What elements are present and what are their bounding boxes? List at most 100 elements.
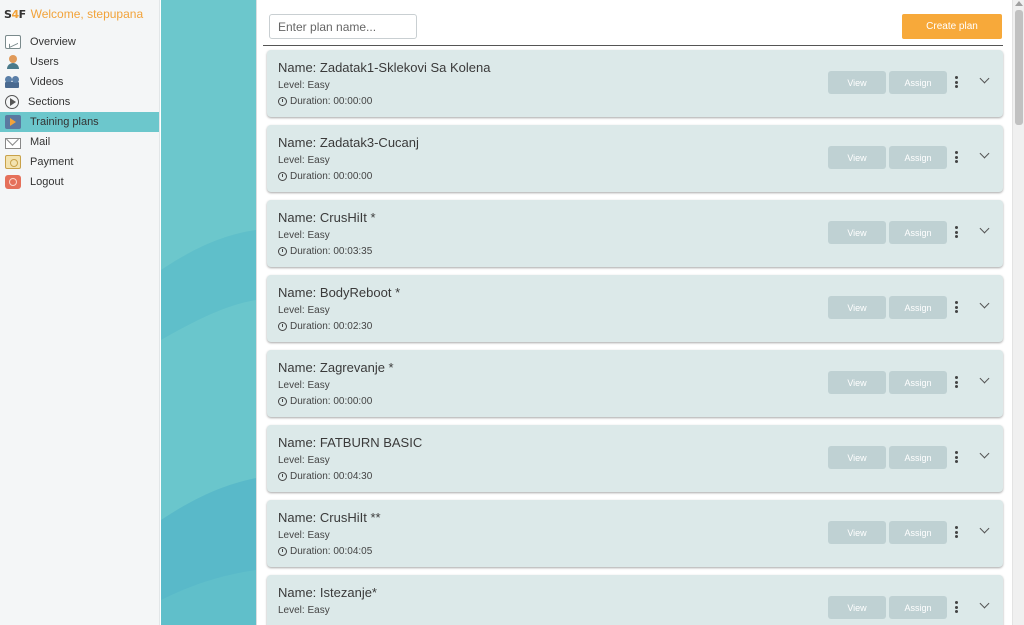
chevron-down-icon[interactable]	[979, 75, 989, 85]
plan-card: Name: Zadatak3-Cucanj Level: Easy Durati…	[267, 125, 1003, 192]
more-options-icon[interactable]	[953, 151, 959, 165]
sidebar-item-training-plans[interactable]: Training plans	[0, 112, 159, 132]
training-plans-icon	[5, 115, 21, 129]
logout-icon	[5, 175, 21, 189]
timer-icon	[278, 472, 287, 481]
view-plan-button[interactable]: View	[828, 446, 886, 469]
plan-card: Name: CrusHiIt * Level: Easy Duration: 0…	[267, 200, 1003, 267]
plan-duration-value: Duration: 00:04:30	[290, 471, 373, 482]
chevron-down-icon[interactable]	[979, 225, 989, 235]
assign-plan-button[interactable]: Assign	[889, 146, 947, 169]
sidebar-item-users[interactable]: Users	[0, 52, 159, 72]
plan-duration: Duration: 00:00:00	[278, 96, 372, 107]
sidebar-item-logout[interactable]: Logout	[0, 172, 159, 192]
plan-level: Level: Easy	[278, 455, 330, 466]
chevron-down-icon[interactable]	[979, 600, 989, 610]
assign-plan-button[interactable]: Assign	[889, 371, 947, 394]
plan-card: Name: Istezanje* Level: Easy View Assign	[267, 575, 1003, 625]
plan-duration-value: Duration: 00:02:30	[290, 321, 373, 332]
sidebar-item-videos[interactable]: Videos	[0, 72, 159, 92]
training-plan-list: Name: Zadatak1-Sklekovi Sa Kolena Level:…	[257, 46, 1012, 625]
plan-duration: Duration: 00:00:00	[278, 396, 372, 407]
more-options-icon[interactable]	[953, 601, 959, 615]
plan-duration-value: Duration: 00:00:00	[290, 171, 373, 182]
sidebar-item-overview[interactable]: Overview	[0, 32, 159, 52]
overview-icon	[5, 35, 21, 49]
plan-duration-value: Duration: 00:00:00	[290, 396, 373, 407]
sections-icon	[5, 95, 19, 109]
scrollbar-thumb[interactable]	[1015, 10, 1023, 125]
view-plan-button[interactable]: View	[828, 596, 886, 619]
plan-name: Name: Zadatak1-Sklekovi Sa Kolena	[278, 60, 491, 75]
view-plan-button[interactable]: View	[828, 296, 886, 319]
plan-duration-value: Duration: 00:04:05	[290, 546, 373, 557]
more-options-icon[interactable]	[953, 226, 959, 240]
view-plan-button[interactable]: View	[828, 146, 886, 169]
plan-name: Name: BodyReboot *	[278, 285, 401, 300]
assign-plan-button[interactable]: Assign	[889, 521, 947, 544]
plan-name: Name: Zadatak3-Cucanj	[278, 135, 419, 150]
sidebar-item-sections[interactable]: Sections	[0, 92, 159, 112]
plan-name: Name: Zagrevanje *	[278, 360, 394, 375]
plan-duration: Duration: 00:03:35	[278, 246, 372, 257]
plan-level: Level: Easy	[278, 530, 330, 541]
timer-icon	[278, 97, 287, 106]
more-options-icon[interactable]	[953, 451, 959, 465]
brand-header: S4F Welcome, stepupana	[0, 0, 159, 28]
sidebar-item-label: Mail	[30, 136, 51, 148]
view-plan-button[interactable]: View	[828, 71, 886, 94]
more-options-icon[interactable]	[953, 76, 959, 90]
videos-icon	[5, 75, 21, 89]
plan-duration-value: Duration: 00:00:00	[290, 96, 373, 107]
sidebar-item-label: Videos	[30, 76, 64, 88]
chevron-down-icon[interactable]	[979, 450, 989, 460]
assign-plan-button[interactable]: Assign	[889, 446, 947, 469]
app-logo[interactable]: S4F	[4, 8, 26, 21]
timer-icon	[278, 172, 287, 181]
welcome-text: Welcome, stepupana	[30, 7, 144, 21]
view-plan-button[interactable]: View	[828, 521, 886, 544]
timer-icon	[278, 547, 287, 556]
sidebar-item-payment[interactable]: Payment	[0, 152, 159, 172]
page-scrollbar[interactable]	[1012, 0, 1024, 625]
timer-icon	[278, 247, 287, 256]
plan-level: Level: Easy	[278, 380, 330, 391]
chevron-down-icon[interactable]	[979, 150, 989, 160]
scroll-up-arrow-icon[interactable]	[1015, 1, 1023, 6]
sidebar-item-label: Sections	[28, 96, 71, 108]
plan-name: Name: FATBURN BASIC	[278, 435, 423, 450]
assign-plan-button[interactable]: Assign	[889, 296, 947, 319]
plan-duration-value: Duration: 00:03:35	[290, 246, 373, 257]
mail-icon	[5, 137, 21, 149]
sidebar-nav: Overview Users Videos Sections Training …	[0, 32, 159, 192]
chevron-down-icon[interactable]	[979, 525, 989, 535]
view-plan-button[interactable]: View	[828, 221, 886, 244]
more-options-icon[interactable]	[953, 526, 959, 540]
plan-card: Name: Zagrevanje * Level: Easy Duration:…	[267, 350, 1003, 417]
create-plan-button[interactable]: Create plan	[902, 14, 1002, 39]
sidebar-item-label: Payment	[30, 156, 74, 168]
plan-card: Name: FATBURN BASIC Level: Easy Duration…	[267, 425, 1003, 492]
plan-name: Name: CrusHiIt **	[278, 510, 381, 525]
assign-plan-button[interactable]: Assign	[889, 596, 947, 619]
plan-duration: Duration: 00:00:00	[278, 171, 372, 182]
sidebar-item-mail[interactable]: Mail	[0, 132, 159, 152]
chevron-down-icon[interactable]	[979, 300, 989, 310]
timer-icon	[278, 322, 287, 331]
view-plan-button[interactable]: View	[828, 371, 886, 394]
plan-card: Name: BodyReboot * Level: Easy Duration:…	[267, 275, 1003, 342]
plan-search-input[interactable]	[269, 14, 417, 39]
main-content: Create plan Name: Zadatak1-Sklekovi Sa K…	[256, 0, 1012, 625]
payment-icon	[5, 155, 21, 169]
chevron-down-icon[interactable]	[979, 375, 989, 385]
plan-name: Name: Istezanje*	[278, 585, 377, 600]
more-options-icon[interactable]	[953, 376, 959, 390]
plan-level: Level: Easy	[278, 80, 330, 91]
plan-duration: Duration: 00:04:30	[278, 471, 372, 482]
plan-card: Name: CrusHiIt ** Level: Easy Duration: …	[267, 500, 1003, 567]
more-options-icon[interactable]	[953, 301, 959, 315]
assign-plan-button[interactable]: Assign	[889, 71, 947, 94]
sidebar: S4F Welcome, stepupana Overview Users Vi…	[0, 0, 160, 625]
assign-plan-button[interactable]: Assign	[889, 221, 947, 244]
sidebar-item-label: Logout	[30, 176, 64, 188]
